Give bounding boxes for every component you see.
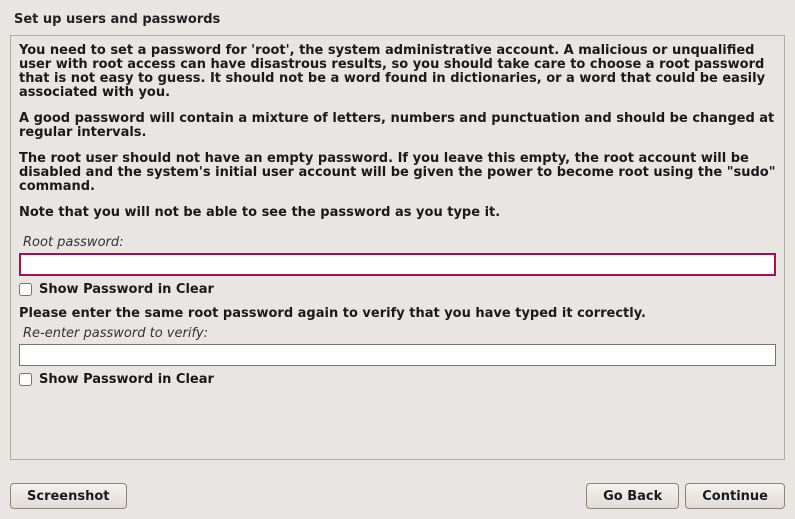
root-password-label: Root password:: [19, 232, 776, 253]
root-password-input[interactable]: [19, 253, 776, 276]
instruction-para-1: You need to set a password for 'root', t…: [19, 44, 776, 100]
verify-password-input[interactable]: [19, 344, 776, 366]
screenshot-button[interactable]: Screenshot: [10, 483, 127, 509]
show-password-clear-label-1[interactable]: Show Password in Clear: [39, 282, 214, 297]
show-password-clear-label-2[interactable]: Show Password in Clear: [39, 372, 214, 387]
instruction-para-2: A good password will contain a mixture o…: [19, 112, 776, 140]
footer: Screenshot Go Back Continue: [10, 483, 785, 509]
show-password-clear-checkbox-2[interactable]: [19, 373, 32, 386]
verify-instruction: Please enter the same root password agai…: [19, 307, 776, 321]
main-frame: You need to set a password for 'root', t…: [10, 35, 785, 460]
verify-password-label: Re-enter password to verify:: [19, 323, 776, 344]
show-password-clear-checkbox-1[interactable]: [19, 283, 32, 296]
page-title: Set up users and passwords: [0, 0, 795, 35]
instruction-para-4: Note that you will not be able to see th…: [19, 206, 776, 220]
instruction-para-3: The root user should not have an empty p…: [19, 152, 776, 194]
go-back-button[interactable]: Go Back: [586, 483, 679, 509]
continue-button[interactable]: Continue: [685, 483, 785, 509]
